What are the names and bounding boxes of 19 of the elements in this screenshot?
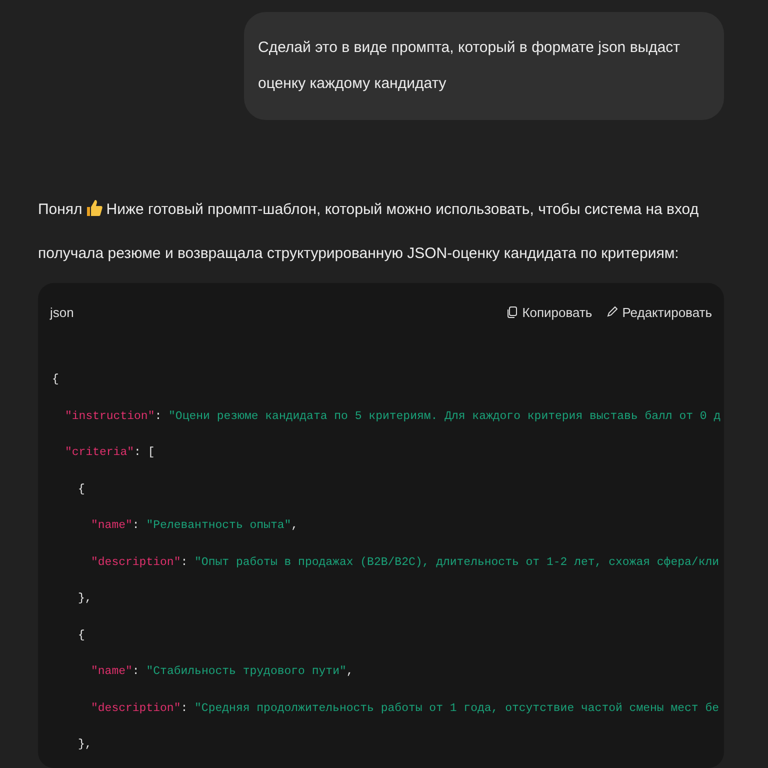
user-message: Сделай это в виде промпта, который в формате json выдаст оценку каждому кандидату	[244, 12, 724, 120]
code-line: "name": "Релевантность опыта",	[91, 518, 298, 534]
code-line: {	[52, 372, 59, 388]
code-language: json	[50, 304, 74, 320]
code-line: "description": "Опыт работы в продажах (B2B/B2C), длительность от 1-2 лет, схожая сфера/кли	[91, 554, 720, 570]
thumbs-up-icon	[85, 199, 104, 217]
copy-button[interactable]: Копировать	[506, 304, 592, 320]
code-line: },	[78, 591, 92, 607]
code-line: {	[78, 482, 85, 498]
edit-button[interactable]: Редактировать	[606, 304, 712, 320]
code-line: "instruction": "Оцени резюме кандидата по 5 критериям. Для каждого критерия выставь балл от 0 д	[65, 408, 721, 424]
code-line: "criteria": [	[65, 445, 155, 461]
copy-icon	[506, 306, 518, 318]
code-line: {	[78, 628, 85, 644]
code-line: },	[78, 737, 92, 753]
code-line: "name": "Стабильность трудового пути",	[91, 664, 354, 680]
code-line: "description": "Средняя продолжительность работы от 1 года, отсутствие частой смены мест бе	[91, 700, 720, 716]
answer-text: Понял Ниже готовый промпт-шаблон, который можно использовать, чтобы система на вход получала резюме и возвращала структурированную JSON-оценку кандидата по критериям:	[38, 198, 700, 264]
pencil-icon	[606, 306, 618, 318]
